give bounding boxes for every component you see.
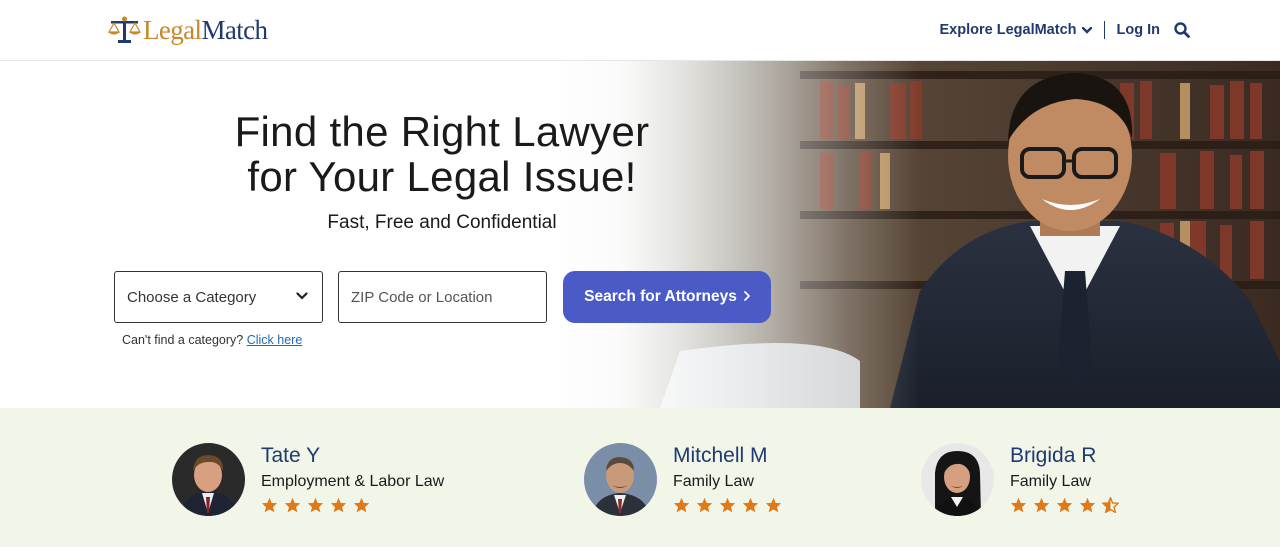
star-icon: [673, 497, 690, 513]
login-link[interactable]: Log In: [1117, 22, 1161, 38]
hero-section: Find the Right Lawyer for Your Legal Iss…: [0, 61, 1280, 408]
lawyer-card[interactable]: Mitchell M Family Law: [584, 443, 814, 518]
category-select-value: Choose a Category: [127, 288, 257, 306]
practice-area: Family Law: [673, 473, 754, 490]
star-rating: [261, 497, 376, 513]
zip-location-input[interactable]: [338, 271, 547, 323]
half-star-icon: [1102, 497, 1119, 513]
explore-label: Explore LegalMatch: [939, 22, 1077, 38]
logo-wordmark-legal: Legal: [143, 15, 202, 45]
logo-wordmark-match: Match: [201, 15, 268, 45]
explore-legalmatch-menu[interactable]: Explore LegalMatch: [940, 22, 1092, 38]
chevron-down-icon: [1077, 22, 1092, 38]
star-icon: [1079, 497, 1096, 513]
star-icon: [1010, 497, 1027, 513]
lawyer-name: Tate Y: [261, 444, 321, 467]
lawyer-name: Brigida R: [1010, 444, 1097, 467]
lawyer-card[interactable]: Tate Y Employment & Labor Law: [172, 443, 472, 518]
cant-find-text: Can't find a category?: [122, 333, 244, 347]
site-header: LegalMatch Explore LegalMatch Log In: [0, 0, 1280, 61]
search-attorneys-button[interactable]: Search for Attorneys: [563, 271, 771, 323]
lawyer-card[interactable]: Brigida R Family Law: [921, 443, 1151, 518]
hero-headline-line1: Find the Right Lawyer: [234, 108, 650, 155]
hero-headline: Find the Right Lawyer for Your Legal Iss…: [232, 109, 652, 199]
category-select[interactable]: Choose a Category: [114, 271, 323, 323]
chevron-right-icon: [737, 288, 751, 306]
legalmatch-logo[interactable]: LegalMatch: [107, 13, 268, 47]
star-icon: [765, 497, 782, 513]
star-icon: [330, 497, 347, 513]
search-icon[interactable]: [1174, 22, 1190, 38]
star-icon: [1033, 497, 1050, 513]
lawyer-name: Mitchell M: [673, 444, 768, 467]
nav-divider: [1103, 21, 1105, 39]
avatar: [921, 443, 994, 516]
click-here-link[interactable]: Click here: [247, 333, 303, 347]
star-icon: [261, 497, 278, 513]
star-icon: [696, 497, 713, 513]
scales-icon: [107, 16, 141, 44]
star-icon: [1056, 497, 1073, 513]
cant-find-category: Can't find a category? Click here: [122, 333, 302, 347]
avatar: [584, 443, 657, 516]
hero-headline-line2: for Your Legal Issue!: [247, 153, 637, 200]
star-icon: [719, 497, 736, 513]
practice-area: Employment & Labor Law: [261, 473, 445, 490]
star-icon: [284, 497, 301, 513]
lawyer-reviews-strip: Tate Y Employment & Labor Law Mitchell M…: [0, 408, 1280, 547]
star-rating: [1010, 497, 1125, 513]
star-icon: [307, 497, 324, 513]
practice-area: Family Law: [1010, 473, 1091, 490]
search-attorneys-label: Search for Attorneys: [584, 288, 737, 305]
logo-wordmark: LegalMatch: [143, 13, 268, 47]
avatar: [172, 443, 245, 516]
star-icon: [353, 497, 370, 513]
top-nav: Explore LegalMatch Log In: [940, 19, 1190, 41]
hero-subtitle: Fast, Free and Confidential: [327, 212, 557, 233]
star-rating: [673, 497, 788, 513]
star-icon: [742, 497, 759, 513]
